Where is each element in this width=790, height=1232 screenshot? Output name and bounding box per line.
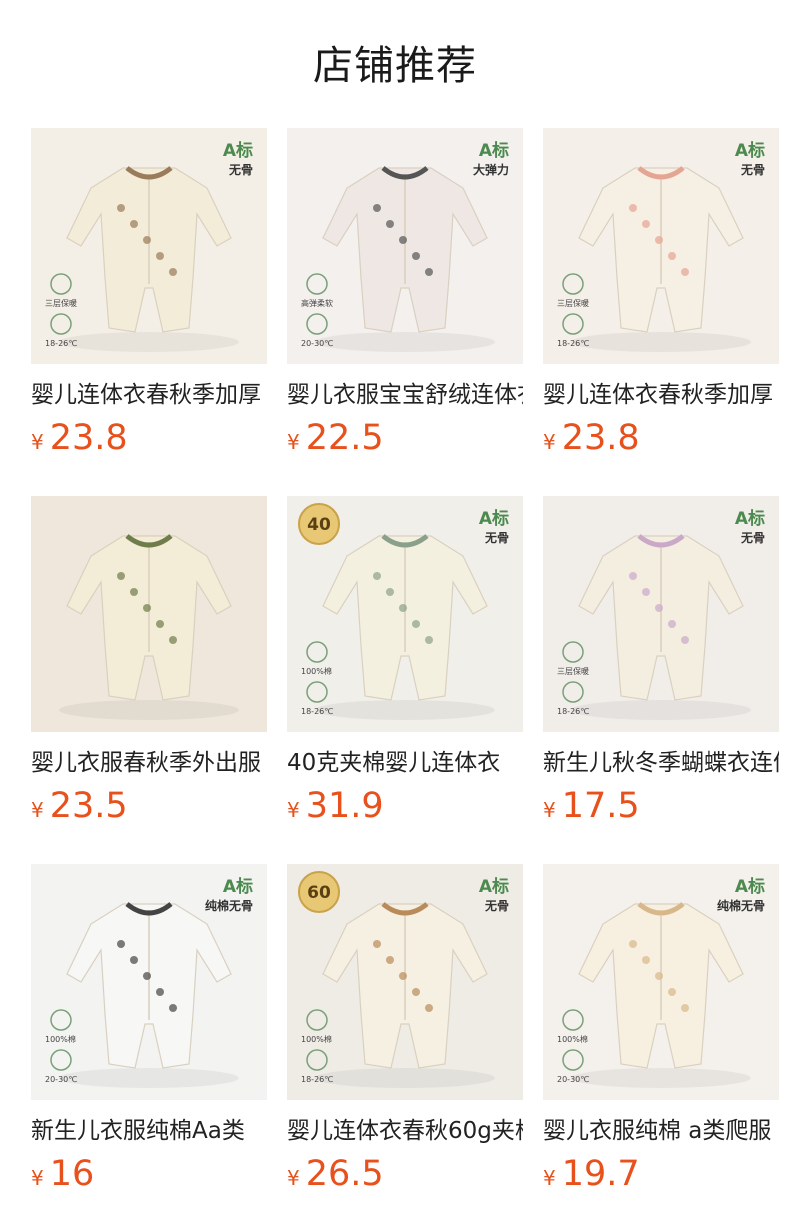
a-standard-badge: A标 [735, 508, 765, 529]
product-price: ¥23.8 [31, 416, 128, 460]
medal-label: 60 [307, 883, 331, 903]
a-standard-badge: A标 [223, 140, 253, 161]
badge-subtitle: 大弹力 [473, 162, 509, 177]
badge-subtitle: 纯棉无骨 [205, 898, 253, 913]
price-value: 22.5 [305, 418, 384, 458]
temperature-label: 20-30℃ [45, 1075, 77, 1084]
product-name[interactable]: 婴儿衣服宝宝舒绒连体衣 [287, 379, 523, 411]
currency-symbol: ¥ [31, 430, 44, 454]
product-image[interactable]: A标无骨三层保暖 18-26℃ [543, 496, 779, 732]
currency-symbol: ¥ [31, 798, 44, 822]
feature-label: 100%棉 [45, 1034, 76, 1044]
feature-label: 三层保暖 [557, 298, 589, 308]
badge-subtitle: 无骨 [484, 899, 509, 913]
a-standard-badge: A标 [479, 876, 509, 897]
product-name[interactable]: 婴儿连体衣春秋60g夹棉 [287, 1115, 523, 1147]
a-standard-badge: A标 [735, 876, 765, 897]
currency-symbol: ¥ [287, 430, 300, 454]
product-image[interactable]: A标 纯棉无骨 100%棉 20-30℃ [543, 864, 779, 1100]
feature-label: 三层保暖 [45, 298, 77, 308]
product-name[interactable]: 婴儿连体衣春秋季加厚 [543, 379, 779, 411]
feature-label: 100%棉 [301, 1034, 332, 1044]
temperature-label: 20-30℃ [301, 339, 333, 348]
currency-symbol: ¥ [31, 1166, 44, 1190]
temperature-label: 18-26℃ [301, 1075, 333, 1084]
product-name[interactable]: 婴儿衣服春秋季外出服 [31, 747, 267, 779]
price-value: 26.5 [305, 1154, 384, 1194]
price-value: 23.5 [49, 786, 128, 826]
feature-label: 100%棉 [557, 1034, 588, 1044]
a-standard-badge: A标 [223, 876, 253, 897]
product-price: ¥22.5 [287, 416, 384, 460]
product-image[interactable]: A标 大弹力高弹柔软 20-30℃ [287, 128, 523, 364]
badge-subtitle: 无骨 [484, 531, 509, 545]
currency-symbol: ¥ [287, 1166, 300, 1190]
price-value: 17.5 [561, 786, 640, 826]
product-name[interactable]: 婴儿连体衣春秋季加厚 [31, 379, 267, 411]
a-standard-badge: A标 [479, 508, 509, 529]
temperature-label: 18-26℃ [301, 707, 333, 716]
product-image[interactable]: A标无骨三层保暖 18-26℃ [543, 128, 779, 364]
a-standard-badge: A标 [479, 140, 509, 161]
price-value: 23.8 [561, 418, 640, 458]
product-name[interactable]: 婴儿衣服纯棉 a类爬服 [543, 1115, 779, 1147]
badge-subtitle: 纯棉无骨 [717, 898, 765, 913]
temperature-label: 20-30℃ [557, 1075, 589, 1084]
temperature-label: 18-26℃ [45, 339, 77, 348]
feature-label: 100%棉 [301, 666, 332, 676]
product-price: ¥19.7 [543, 1152, 640, 1196]
product-price: ¥23.5 [31, 784, 128, 828]
temperature-label: 18-26℃ [557, 707, 589, 716]
currency-symbol: ¥ [543, 798, 556, 822]
currency-symbol: ¥ [543, 1166, 556, 1190]
product-image[interactable]: A标无骨 40 100%棉 18-26℃ [287, 496, 523, 732]
badge-subtitle: 无骨 [228, 163, 253, 177]
badge-subtitle: 无骨 [740, 531, 765, 545]
product-price: ¥17.5 [543, 784, 640, 828]
product-image[interactable] [31, 496, 267, 732]
feature-label: 高弹柔软 [301, 298, 333, 308]
a-standard-badge: A标 [735, 140, 765, 161]
product-price: ¥16 [31, 1152, 94, 1196]
medal-label: 40 [307, 515, 331, 535]
price-value: 31.9 [305, 786, 384, 826]
page-title: 店铺推荐 [313, 43, 477, 89]
product-image[interactable]: A标无骨三层保暖 18-26℃ [31, 128, 267, 364]
price-value: 23.8 [49, 418, 128, 458]
currency-symbol: ¥ [543, 430, 556, 454]
product-name[interactable]: 40克夹棉婴儿连体衣 [287, 747, 523, 779]
price-value: 16 [49, 1154, 95, 1194]
product-price: ¥23.8 [543, 416, 640, 460]
badge-subtitle: 无骨 [740, 163, 765, 177]
product-image[interactable]: A标 纯棉无骨 100%棉 20-30℃ [31, 864, 267, 1100]
product-name[interactable]: 新生儿秋冬季蝴蝶衣连体 [543, 747, 779, 779]
product-price: ¥26.5 [287, 1152, 384, 1196]
temperature-label: 18-26℃ [557, 339, 589, 348]
product-price: ¥31.9 [287, 784, 384, 828]
price-value: 19.7 [561, 1154, 640, 1194]
product-image[interactable]: A标无骨 60 100%棉 18-26℃ [287, 864, 523, 1100]
feature-label: 三层保暖 [557, 666, 589, 676]
product-name[interactable]: 新生儿衣服纯棉Aa类 [31, 1115, 267, 1147]
currency-symbol: ¥ [287, 798, 300, 822]
